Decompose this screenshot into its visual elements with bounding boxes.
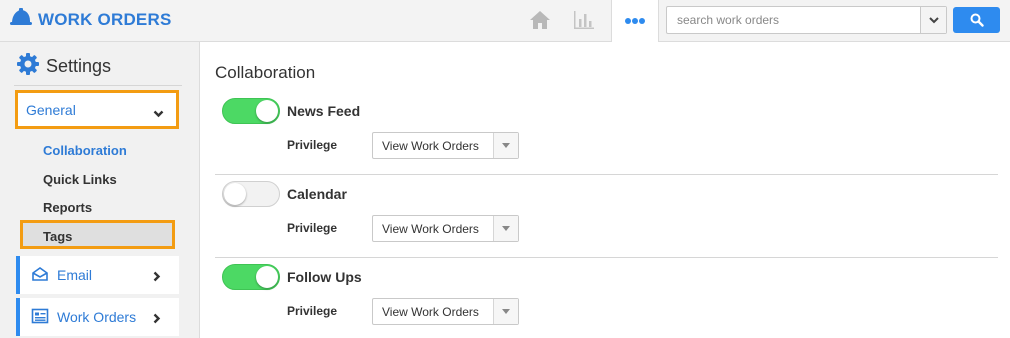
caret-down-icon bbox=[493, 299, 518, 324]
work-orders-logo-icon bbox=[10, 7, 32, 33]
divider bbox=[14, 85, 182, 86]
search-icon bbox=[970, 13, 984, 27]
top-bar: WORK ORDERS bbox=[0, 0, 1010, 42]
select-value: View Work Orders bbox=[382, 139, 479, 153]
gear-icon bbox=[16, 52, 40, 81]
bar-chart-icon[interactable] bbox=[572, 9, 596, 31]
tags-label: Tags bbox=[43, 229, 73, 244]
privilege-label: Privilege bbox=[287, 221, 338, 235]
search-input[interactable] bbox=[667, 7, 921, 33]
chevron-down-icon bbox=[153, 105, 164, 123]
page-title: Collaboration bbox=[215, 63, 316, 82]
select-value: View Work Orders bbox=[382, 222, 479, 236]
toggle-knob bbox=[256, 266, 278, 288]
app-brand[interactable]: WORK ORDERS bbox=[10, 7, 172, 33]
sidebar-item-email[interactable]: Email bbox=[16, 256, 179, 294]
section-label-follow-ups: Follow Ups bbox=[287, 269, 362, 285]
follow-ups-privilege-select[interactable]: View Work Orders bbox=[372, 298, 519, 325]
subnav-item-collaboration[interactable]: Collaboration bbox=[43, 143, 127, 158]
subnav-item-quick-links[interactable]: Quick Links bbox=[43, 172, 117, 187]
section-label-news-feed: News Feed bbox=[287, 103, 361, 119]
email-icon bbox=[31, 266, 49, 287]
ellipsis-icon bbox=[624, 12, 646, 30]
news-feed-toggle[interactable] bbox=[222, 98, 280, 124]
general-dropdown[interactable]: General bbox=[15, 90, 179, 129]
sidebar: Settings General Collaboration Quick Lin… bbox=[0, 42, 200, 338]
news-feed-privilege-select[interactable]: View Work Orders bbox=[372, 132, 519, 159]
caret-down-icon bbox=[493, 216, 518, 241]
search-box bbox=[666, 6, 947, 34]
calendar-toggle[interactable] bbox=[222, 181, 280, 207]
sidebar-item-work-orders[interactable]: Work Orders bbox=[16, 298, 179, 336]
sidebar-item-label: Work Orders bbox=[57, 309, 137, 325]
more-options-button[interactable] bbox=[611, 0, 659, 42]
app-title: WORK ORDERS bbox=[38, 10, 172, 29]
select-value: View Work Orders bbox=[382, 305, 479, 319]
chevron-right-icon bbox=[153, 269, 161, 287]
chevron-down-icon bbox=[928, 16, 939, 23]
toggle-knob bbox=[224, 183, 246, 205]
settings-title: Settings bbox=[46, 55, 112, 76]
divider bbox=[215, 174, 998, 175]
privilege-label: Privilege bbox=[287, 304, 338, 318]
calendar-privilege-select[interactable]: View Work Orders bbox=[372, 215, 519, 242]
home-icon[interactable] bbox=[528, 9, 552, 31]
privilege-label: Privilege bbox=[287, 138, 338, 152]
work-order-form-icon bbox=[31, 308, 49, 329]
chevron-right-icon bbox=[153, 311, 161, 329]
search-button[interactable] bbox=[953, 7, 1000, 33]
search-dropdown-button[interactable] bbox=[920, 7, 946, 33]
section-label-calendar: Calendar bbox=[287, 186, 347, 202]
subnav-item-tags[interactable]: Tags bbox=[20, 220, 175, 249]
divider bbox=[215, 257, 998, 258]
settings-header: Settings bbox=[16, 52, 112, 81]
toggle-knob bbox=[256, 100, 278, 122]
follow-ups-toggle[interactable] bbox=[222, 264, 280, 290]
caret-down-icon bbox=[493, 133, 518, 158]
general-label: General bbox=[26, 102, 76, 118]
subnav-item-reports[interactable]: Reports bbox=[43, 200, 92, 215]
sidebar-item-label: Email bbox=[57, 267, 93, 283]
